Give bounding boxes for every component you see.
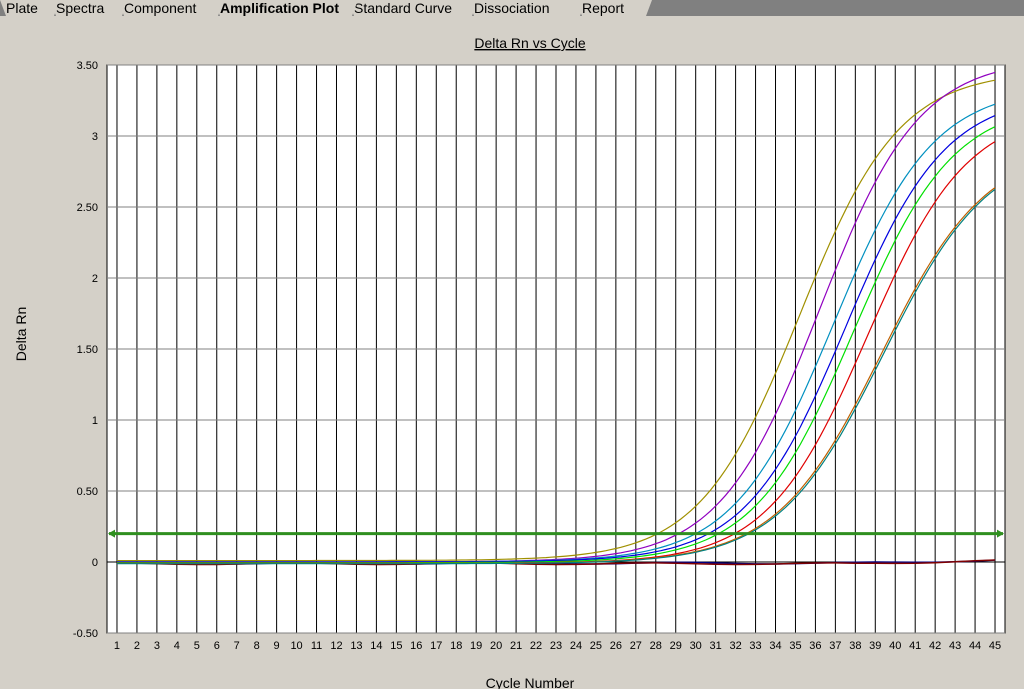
tab-report[interactable]: Report <box>576 0 652 16</box>
x-tick-label: 4 <box>174 640 180 652</box>
tab-standard-curve[interactable]: Standard Curve <box>348 0 478 16</box>
x-tick-label: 2 <box>134 640 140 652</box>
x-tick-label: 43 <box>949 640 961 652</box>
x-tick-label: 15 <box>390 640 402 652</box>
x-tick-label: 1 <box>114 640 120 652</box>
x-tick-label: 34 <box>769 640 781 652</box>
x-tick-label: 20 <box>490 640 502 652</box>
y-tick-label: 3 <box>92 131 98 143</box>
tab-dissociation[interactable]: Dissociation <box>468 0 586 16</box>
x-tick-label: 12 <box>330 640 342 652</box>
x-tick-label: 25 <box>590 640 602 652</box>
x-tick-label: 8 <box>254 640 260 652</box>
x-tick-label: 6 <box>214 640 220 652</box>
y-tick-label: 2.50 <box>77 202 98 214</box>
x-tick-label: 17 <box>430 640 442 652</box>
x-tick-label: 11 <box>311 640 322 652</box>
x-tick-labels: 1 2 3 4 5 6 7 8 9 10 11 12 13 14 15 16 17 18 19 20 21 22 23 24 2… <box>114 640 1001 652</box>
x-tick-label: 3 <box>154 640 160 652</box>
x-tick-label: 5 <box>194 640 200 652</box>
tab-component[interactable]: Component <box>118 0 224 16</box>
x-tick-label: 28 <box>650 640 662 652</box>
y-tick-label: 0.50 <box>77 486 98 498</box>
x-tick-label: 30 <box>690 640 702 652</box>
y-tick-label: 3.50 <box>77 60 98 72</box>
x-tick-label: 41 <box>909 640 921 652</box>
x-tick-label: 16 <box>410 640 422 652</box>
x-tick-label: 18 <box>450 640 462 652</box>
x-tick-label: 35 <box>789 640 801 652</box>
x-tick-label: 26 <box>610 640 622 652</box>
amplification-plot-chart: Delta Rn vs Cycle1 2 3 4 5 6 7 8 9 10 11 12 13 14 15 16… <box>13 35 1006 689</box>
x-tick-label: 32 <box>729 640 741 652</box>
x-tick-label: 9 <box>274 640 280 652</box>
x-tick-label: 37 <box>829 640 841 652</box>
y-axis-label: Delta Rn <box>13 307 29 361</box>
tab-spectra[interactable]: Spectra <box>50 0 128 16</box>
tab-bar: Plate Spectra Component Amplification Plot S… <box>0 0 1024 16</box>
x-tick-label: 23 <box>550 640 562 652</box>
chart-title: Delta Rn vs Cycle <box>474 35 585 51</box>
y-tick-label: 1.50 <box>77 344 98 356</box>
x-tick-label: 21 <box>510 640 522 652</box>
x-tick-label: 7 <box>234 640 240 652</box>
x-tick-label: 22 <box>530 640 542 652</box>
x-tick-label: 31 <box>710 640 722 652</box>
x-tick-label: 44 <box>969 640 981 652</box>
x-tick-label: 14 <box>370 640 382 652</box>
x-tick-label: 24 <box>570 640 582 652</box>
x-tick-label: 36 <box>809 640 821 652</box>
y-tick-labels: -0.50 0 0.50 1 1.50 2 2.50 3 3.50 <box>73 60 98 640</box>
x-tick-label: 39 <box>869 640 881 652</box>
x-tick-label: 40 <box>889 640 901 652</box>
x-tick-label: 33 <box>749 640 761 652</box>
y-tick-label: -0.50 <box>73 628 98 640</box>
y-tick-label: 2 <box>92 273 98 285</box>
x-tick-label: 10 <box>290 640 302 652</box>
x-axis-label: Cycle Number <box>486 675 575 689</box>
x-tick-label: 29 <box>670 640 682 652</box>
tab-amplification-plot[interactable]: Amplification Plot <box>214 0 358 16</box>
y-tick-label: 0 <box>92 557 98 569</box>
x-tick-label: 45 <box>989 640 1001 652</box>
x-tick-label: 19 <box>470 640 482 652</box>
y-tick-label: 1 <box>92 415 98 427</box>
x-tick-label: 27 <box>630 640 642 652</box>
x-tick-label: 38 <box>849 640 861 652</box>
x-tick-label: 42 <box>929 640 941 652</box>
x-tick-label: 13 <box>350 640 362 652</box>
